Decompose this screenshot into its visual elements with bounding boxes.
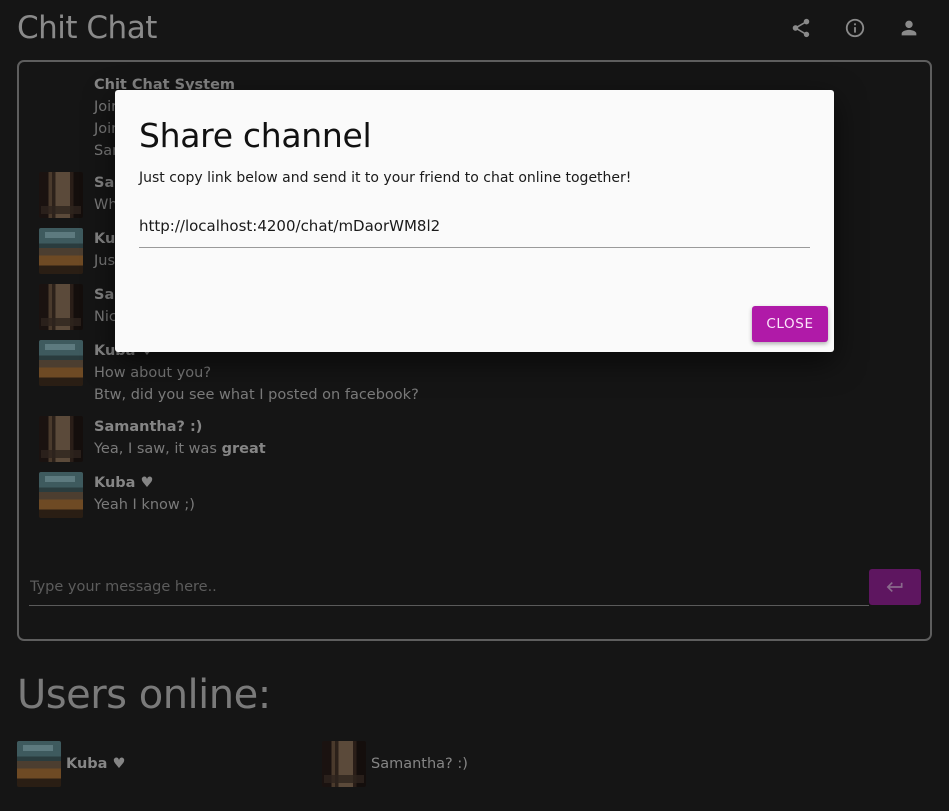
share-link-field[interactable]: http://localhost:4200/chat/mDaorWM8l2 — [139, 212, 810, 248]
dialog-description: Just copy link below and send it to your… — [139, 170, 632, 186]
dialog-backdrop[interactable]: Share channel Just copy link below and s… — [0, 0, 949, 811]
app-root: Chit Chat Chit Chat SystemJoined the cha… — [0, 0, 949, 811]
close-button[interactable]: CLOSE — [752, 306, 828, 342]
dialog-title: Share channel — [139, 116, 372, 155]
share-channel-dialog: Share channel Just copy link below and s… — [115, 90, 834, 352]
